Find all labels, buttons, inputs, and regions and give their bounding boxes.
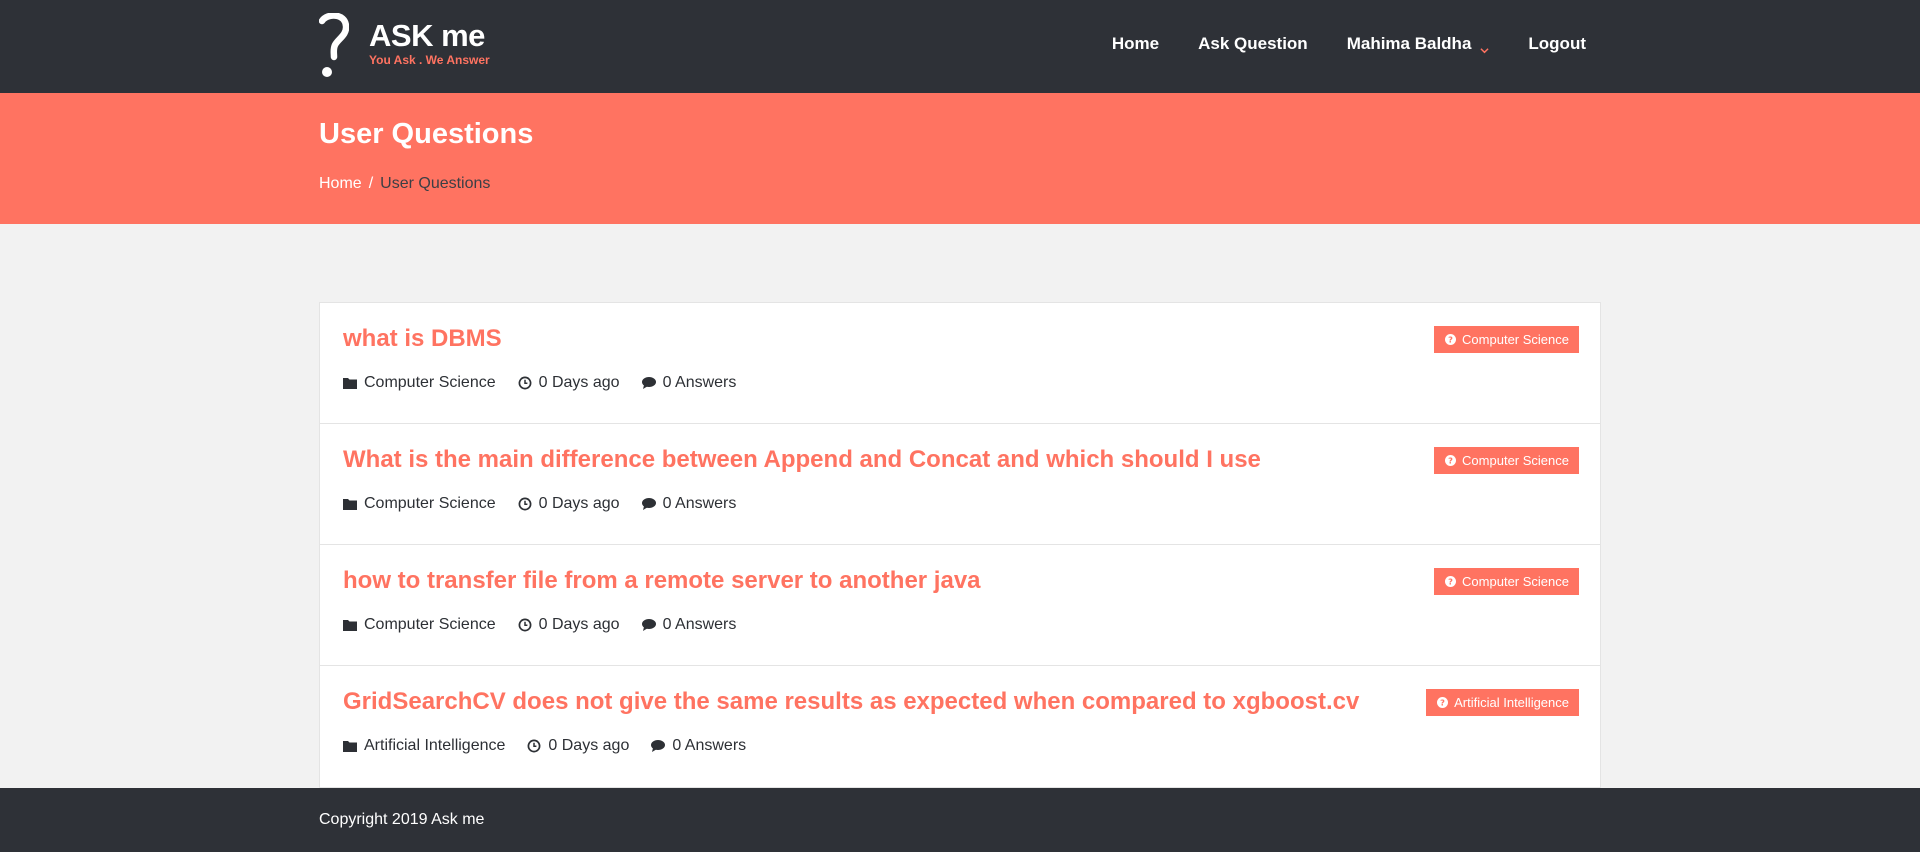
category-label: Computer Science [364,495,496,512]
question-category[interactable]: Computer Science [343,495,496,513]
category-tag[interactable]: ? Computer Science [1434,447,1579,474]
question-meta: Computer Science 0 Days ago 0 Answers [343,616,758,634]
page-footer: Copyright 2019 Ask me [0,788,1920,852]
page-banner: User Questions Home / User Questions [0,93,1920,224]
breadcrumb-current: User Questions [380,175,491,192]
question-title[interactable]: GridSearchCV does not give the same resu… [343,688,1359,716]
clock-icon [518,497,532,511]
category-tag[interactable]: ? Computer Science [1434,568,1579,595]
time-label: 0 Days ago [538,374,620,391]
question-circle-icon: ? [1445,576,1457,587]
folder-icon [343,620,357,631]
copyright-text: Copyright 2019 Ask me [319,811,485,828]
clock-icon [527,739,541,753]
comment-icon [641,377,656,389]
top-navbar: ASK me You Ask . We Answer Home Ask Ques… [0,0,1920,93]
category-tag[interactable]: ? Computer Science [1434,326,1579,353]
logo-tagline: You Ask . We Answer [369,53,490,67]
breadcrumb-separator: / [368,175,374,192]
nav-logout[interactable]: Logout [1528,34,1586,54]
question-category[interactable]: Computer Science [343,374,496,392]
question-time: 0 Days ago [518,374,620,392]
answers-label: 0 Answers [662,616,737,633]
chevron-down-icon [1480,40,1490,53]
question-meta: Artificial Intelligence 0 Days ago 0 Ans… [343,737,768,755]
nav-home[interactable]: Home [1112,34,1159,54]
question-time: 0 Days ago [518,616,620,634]
question-circle-icon: ? [1445,334,1457,345]
time-label: 0 Days ago [548,737,630,754]
clock-icon [518,376,532,390]
svg-text:?: ? [1448,334,1453,344]
breadcrumb-home[interactable]: Home [319,175,362,193]
svg-text:?: ? [1448,576,1453,586]
category-label: Computer Science [364,374,496,391]
question-circle-icon: ? [1437,697,1449,708]
folder-icon [343,378,357,389]
question-category[interactable]: Computer Science [343,616,496,634]
question-item: how to transfer file from a remote serve… [320,545,1600,666]
category-label: Artificial Intelligence [364,737,506,754]
folder-icon [343,741,357,752]
site-logo[interactable]: ASK me You Ask . We Answer [319,13,490,79]
question-meta: Computer Science 0 Days ago 0 Answers [343,374,758,392]
question-time: 0 Days ago [518,495,620,513]
nav-user-menu[interactable]: Mahima Baldha [1347,34,1490,54]
breadcrumb: Home / User Questions [319,175,490,193]
tag-label: Computer Science [1462,332,1569,347]
answers-label: 0 Answers [672,737,747,754]
answers-label: 0 Answers [662,495,737,512]
svg-text:?: ? [1448,455,1453,465]
question-answers[interactable]: 0 Answers [641,374,737,392]
question-meta: Computer Science 0 Days ago 0 Answers [343,495,758,513]
question-answers[interactable]: 0 Answers [641,616,737,634]
user-name: Mahima Baldha [1346,34,1472,53]
question-title[interactable]: what is DBMS [343,325,502,353]
clock-icon [518,618,532,632]
question-item: what is DBMS Computer Science 0 Days ago… [320,303,1600,424]
question-title[interactable]: how to transfer file from a remote serve… [343,567,981,595]
tag-label: Computer Science [1462,574,1569,589]
page-title: User Questions [319,118,534,150]
logo-text: ASK me You Ask . We Answer [369,18,490,68]
answers-label: 0 Answers [662,374,737,391]
category-tag[interactable]: ? Artificial Intelligence [1426,689,1579,716]
question-item: What is the main difference between Appe… [320,424,1600,545]
question-mark-icon [319,13,349,79]
question-time: 0 Days ago [527,737,629,755]
time-label: 0 Days ago [538,495,620,512]
category-label: Computer Science [364,616,496,633]
question-item: GridSearchCV does not give the same resu… [320,666,1600,787]
time-label: 0 Days ago [538,616,620,633]
logo-title: ASK me [369,18,485,53]
question-category[interactable]: Artificial Intelligence [343,737,505,755]
question-answers[interactable]: 0 Answers [651,737,746,755]
question-title[interactable]: What is the main difference between Appe… [343,446,1261,474]
svg-text:?: ? [1440,697,1445,707]
tag-label: Artificial Intelligence [1454,695,1569,710]
main-nav: Home Ask Question Mahima Baldha Logout [1112,34,1586,54]
question-list: what is DBMS Computer Science 0 Days ago… [319,302,1601,788]
comment-icon [641,498,656,510]
comment-icon [641,619,656,631]
comment-icon [651,740,666,752]
tag-label: Computer Science [1462,453,1569,468]
question-answers[interactable]: 0 Answers [641,495,737,513]
nav-ask-question[interactable]: Ask Question [1198,34,1308,54]
folder-icon [343,499,357,510]
question-circle-icon: ? [1445,455,1457,466]
